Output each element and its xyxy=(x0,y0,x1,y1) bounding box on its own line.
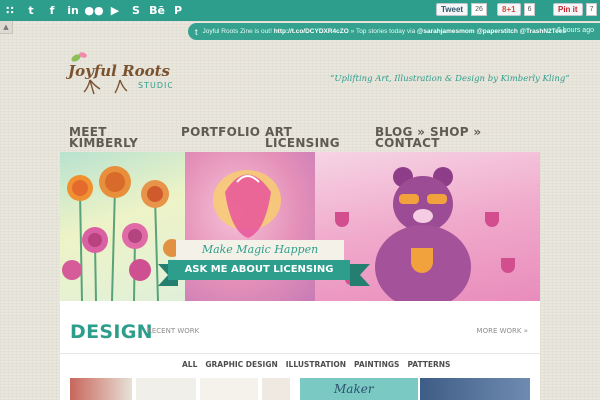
filter-all[interactable]: ALL xyxy=(182,360,197,369)
thumbnail[interactable]: Maker xyxy=(300,378,418,400)
ticker-mentions[interactable]: @sarahjamesmom @paperstitch @TrashN2Tees xyxy=(417,28,566,35)
section-divider xyxy=(60,353,540,354)
thumbnail-label: Maker xyxy=(334,382,374,396)
rss-icon[interactable]: ∷ xyxy=(2,2,18,18)
section-subtitle: RECENT WORK xyxy=(147,327,200,335)
thumbnail[interactable] xyxy=(200,378,258,400)
pin-it-button[interactable]: Pin it xyxy=(553,3,583,16)
gplus-button[interactable]: 8+1 xyxy=(497,3,521,16)
pinterest-icon[interactable]: P xyxy=(170,2,186,18)
gplus-share: 8+1 6 xyxy=(497,3,536,16)
triangle-up-icon: ▲ xyxy=(3,23,9,31)
tweet-share: Tweet 26 xyxy=(436,3,487,16)
hero-slider[interactable]: Make Magic Happen ASK ME ABOUT LICENSING xyxy=(60,152,540,301)
gplus-count: 6 xyxy=(523,3,536,16)
pin-share: Pin it 7 xyxy=(553,3,598,16)
logo-studio: STUDIO xyxy=(138,81,172,90)
skype-icon[interactable]: S xyxy=(128,2,144,18)
ticker-time: 6 hours ago xyxy=(557,27,594,34)
banner-licensing-button[interactable]: ASK ME ABOUT LICENSING xyxy=(168,260,350,280)
thumbnail[interactable] xyxy=(262,378,290,400)
pin-count: 7 xyxy=(585,3,598,16)
nav-portfolio[interactable]: PORTFOLIO xyxy=(181,126,260,138)
ticker-text: Joyful Roots Zine is out! xyxy=(202,28,272,35)
nav-contact[interactable]: CONTACT xyxy=(375,137,440,149)
roots-icon xyxy=(83,79,128,95)
ticker-link[interactable]: http://t.co/DCYDXR4cZO xyxy=(274,28,349,35)
filter-graphic-design[interactable]: GRAPHIC DESIGN xyxy=(205,360,277,369)
design-section: DESIGN RECENT WORK MORE WORK » ALL GRAPH… xyxy=(60,301,540,400)
portfolio-thumbnails: Maker xyxy=(70,378,540,400)
facebook-icon[interactable]: f xyxy=(44,2,60,18)
top-bar: ∷ t f in ●● ▶ S Bē P Tweet 26 8+1 6 Pin … xyxy=(0,0,600,21)
behance-icon[interactable]: Bē xyxy=(149,2,165,18)
twitter-ticker: t Joyful Roots Zine is out! http://t.co/… xyxy=(188,23,600,40)
filter-illustration[interactable]: ILLUSTRATION xyxy=(286,360,346,369)
flickr-icon[interactable]: ●● xyxy=(84,2,103,18)
social-icons: ∷ t f in ●● ▶ S Bē P xyxy=(2,2,186,18)
logo[interactable]: Joyful Roots STUDIO xyxy=(66,50,172,98)
linkedin-icon[interactable]: in xyxy=(65,2,81,18)
ribbon-right xyxy=(350,264,370,286)
thumbnail[interactable] xyxy=(136,378,196,400)
tweet-button[interactable]: Tweet xyxy=(436,3,469,16)
filter-patterns[interactable]: PATTERNS xyxy=(407,360,450,369)
portfolio-filters: ALL GRAPHIC DESIGN ILLUSTRATION PAINTING… xyxy=(182,360,450,369)
section-title: DESIGN xyxy=(70,321,153,343)
twitter-icon[interactable]: t xyxy=(23,2,39,18)
banner-make-magic: Make Magic Happen xyxy=(176,240,344,260)
filter-paintings[interactable]: PAINTINGS xyxy=(354,360,399,369)
tagline: “Uplifting Art, Illustration & Design by… xyxy=(330,74,570,84)
nav-meet-kimberly[interactable]: MEET KIMBERLY xyxy=(69,126,149,149)
thumbnail[interactable] xyxy=(70,378,132,400)
logo-wordmark: Joyful Roots xyxy=(66,62,171,80)
more-work-link[interactable]: MORE WORK » xyxy=(477,327,528,335)
tweet-count: 26 xyxy=(471,3,487,16)
collapse-toggle[interactable]: ▲ xyxy=(0,21,13,34)
nav-art-licensing[interactable]: ART LICENSING xyxy=(265,126,355,149)
twitter-icon: t xyxy=(195,26,198,37)
ticker-rest: » Top stories today via xyxy=(350,28,416,35)
youtube-icon[interactable]: ▶ xyxy=(107,2,123,18)
thumbnail[interactable] xyxy=(420,378,530,400)
